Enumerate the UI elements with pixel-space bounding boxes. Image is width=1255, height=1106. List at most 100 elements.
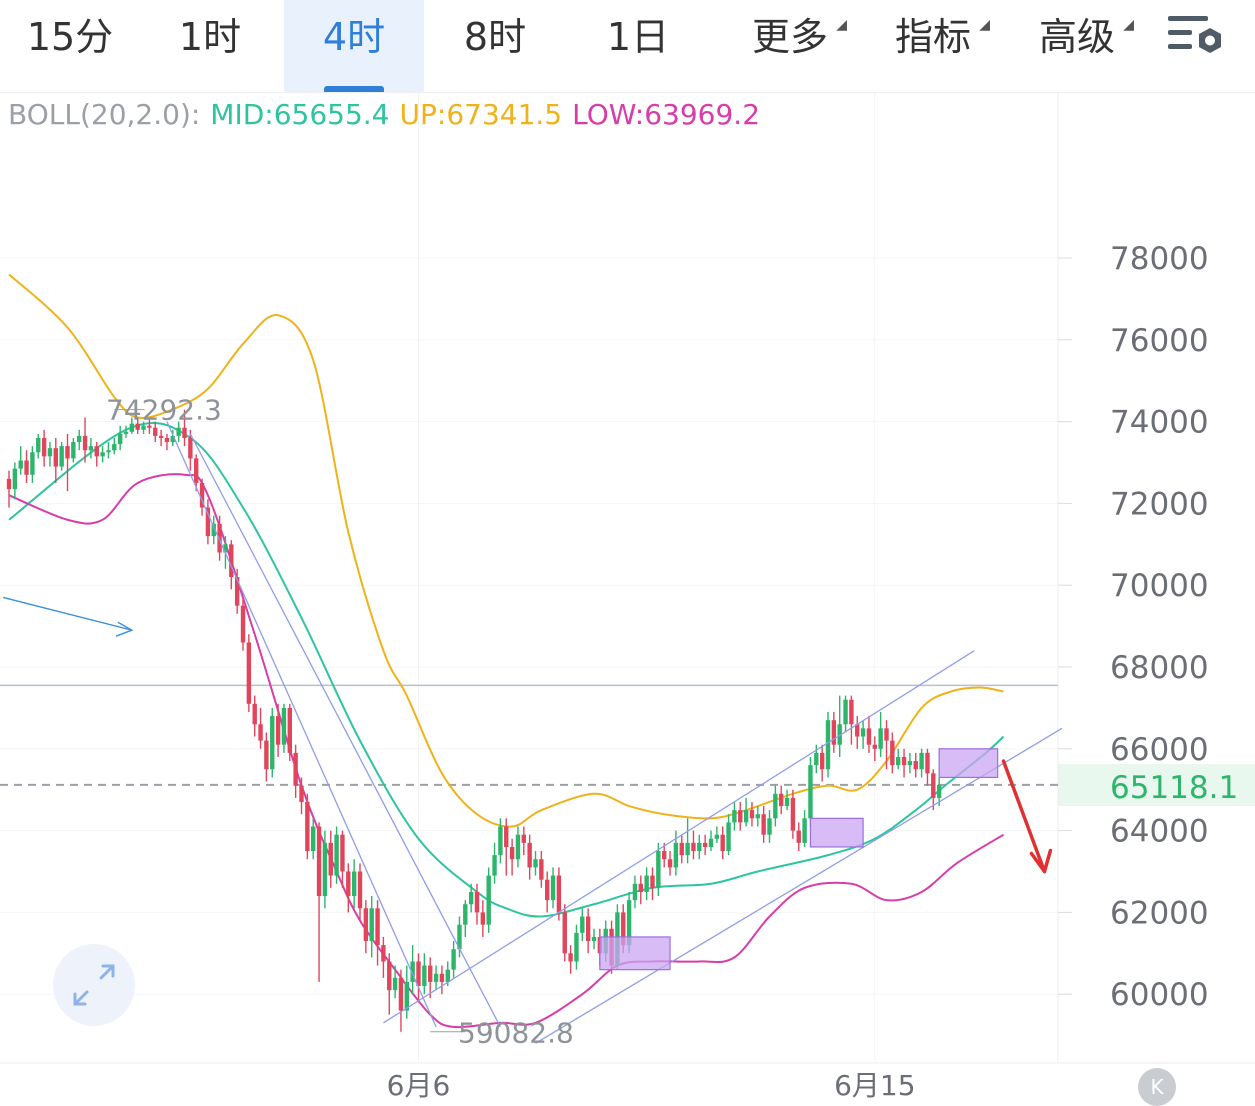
candle — [638, 875, 643, 905]
forecast-arrow-line — [1001, 759, 1047, 874]
candle-body — [644, 875, 649, 892]
candle — [533, 851, 538, 876]
expand-button[interactable] — [53, 944, 135, 1026]
candle-body — [773, 793, 778, 819]
candle — [550, 867, 556, 909]
last-price-label: 65118.1 — [1110, 770, 1238, 806]
candle-body — [363, 908, 369, 942]
candle — [504, 818, 509, 876]
candle — [679, 834, 684, 864]
candle — [316, 822, 322, 982]
candle — [381, 936, 386, 978]
candle-body — [293, 752, 298, 786]
candle — [866, 716, 872, 753]
candlestick-chart[interactable]: 78000 76000 74000 72000 70000 68000 66000 64000… — [0, 0, 1255, 1105]
candle-body — [738, 810, 743, 823]
candle-body — [351, 871, 357, 897]
candle-body — [550, 875, 556, 901]
candle-body — [30, 452, 35, 475]
candle-body — [667, 859, 673, 868]
candle-body — [755, 814, 760, 819]
candle-body — [176, 427, 181, 436]
candle-body — [749, 810, 755, 819]
candle — [702, 834, 708, 856]
candle — [158, 429, 164, 447]
candle-body — [445, 969, 450, 982]
candle-body — [936, 784, 942, 798]
y-tick-label: 66000 — [1110, 732, 1209, 768]
candle-body — [422, 965, 427, 987]
candle-body — [855, 724, 860, 737]
candle-body — [123, 431, 129, 434]
candle — [281, 703, 287, 753]
candle-body — [539, 859, 544, 880]
candle — [755, 806, 760, 827]
candle — [714, 826, 720, 843]
candle — [585, 908, 591, 954]
candle — [65, 433, 70, 492]
candle — [831, 711, 837, 753]
low-price-label: 59082.8 — [458, 1017, 574, 1050]
side-arrow-head — [115, 621, 134, 637]
candle — [907, 752, 913, 774]
candle — [106, 442, 111, 459]
candle — [568, 945, 573, 974]
candle-body — [346, 871, 351, 897]
candle — [6, 470, 12, 508]
candle — [919, 748, 924, 778]
candle — [77, 429, 82, 451]
candle — [41, 429, 47, 467]
candle — [761, 806, 766, 843]
x-tick-label: 6月15 — [834, 1069, 915, 1102]
candle — [591, 928, 597, 950]
scroll-to-latest-button[interactable]: K — [1138, 1068, 1176, 1106]
candle-body — [311, 826, 316, 852]
boll-lower-line — [8, 473, 1005, 1029]
y-tick-label: 64000 — [1110, 814, 1209, 850]
candle-body — [480, 912, 486, 925]
candle-body — [732, 810, 737, 823]
highlight-box — [599, 936, 671, 971]
candle-body — [849, 699, 854, 725]
candle — [743, 797, 749, 827]
candle-body — [234, 577, 240, 606]
candle — [890, 732, 895, 774]
candle — [855, 716, 860, 749]
y-tick-label: 76000 — [1110, 323, 1209, 359]
scroll-to-latest-icon: K — [1150, 1075, 1164, 1099]
drawing-overlays — [2, 421, 1063, 1044]
candle — [422, 953, 427, 995]
candle — [819, 744, 825, 782]
candle-body — [188, 437, 193, 459]
candle-body — [451, 949, 456, 970]
candle — [486, 867, 491, 933]
candle — [398, 969, 404, 1032]
candle — [270, 707, 275, 778]
candle — [287, 703, 292, 762]
candle-body — [240, 605, 246, 643]
candle-body — [398, 977, 404, 1011]
candle — [363, 900, 369, 954]
candle-body — [650, 875, 655, 888]
candle-body — [498, 826, 503, 856]
candle-body — [562, 912, 567, 954]
candle-body — [504, 826, 509, 847]
candle-body — [884, 728, 889, 741]
candle — [738, 801, 743, 831]
candle-body — [468, 891, 474, 905]
candle — [311, 818, 316, 860]
candle — [463, 900, 468, 937]
candle-body — [229, 544, 234, 578]
candle — [796, 822, 801, 852]
candle — [691, 830, 696, 860]
candle-body — [831, 720, 837, 745]
boll-upper-line — [8, 273, 1004, 828]
candle-body — [714, 834, 720, 839]
candle-body — [59, 446, 64, 467]
y-tick-label: 62000 — [1110, 895, 1209, 931]
candle-body — [919, 752, 924, 770]
candle-body — [585, 916, 591, 942]
candle — [509, 838, 515, 876]
candle-body — [194, 458, 199, 483]
candle-body — [106, 450, 111, 453]
